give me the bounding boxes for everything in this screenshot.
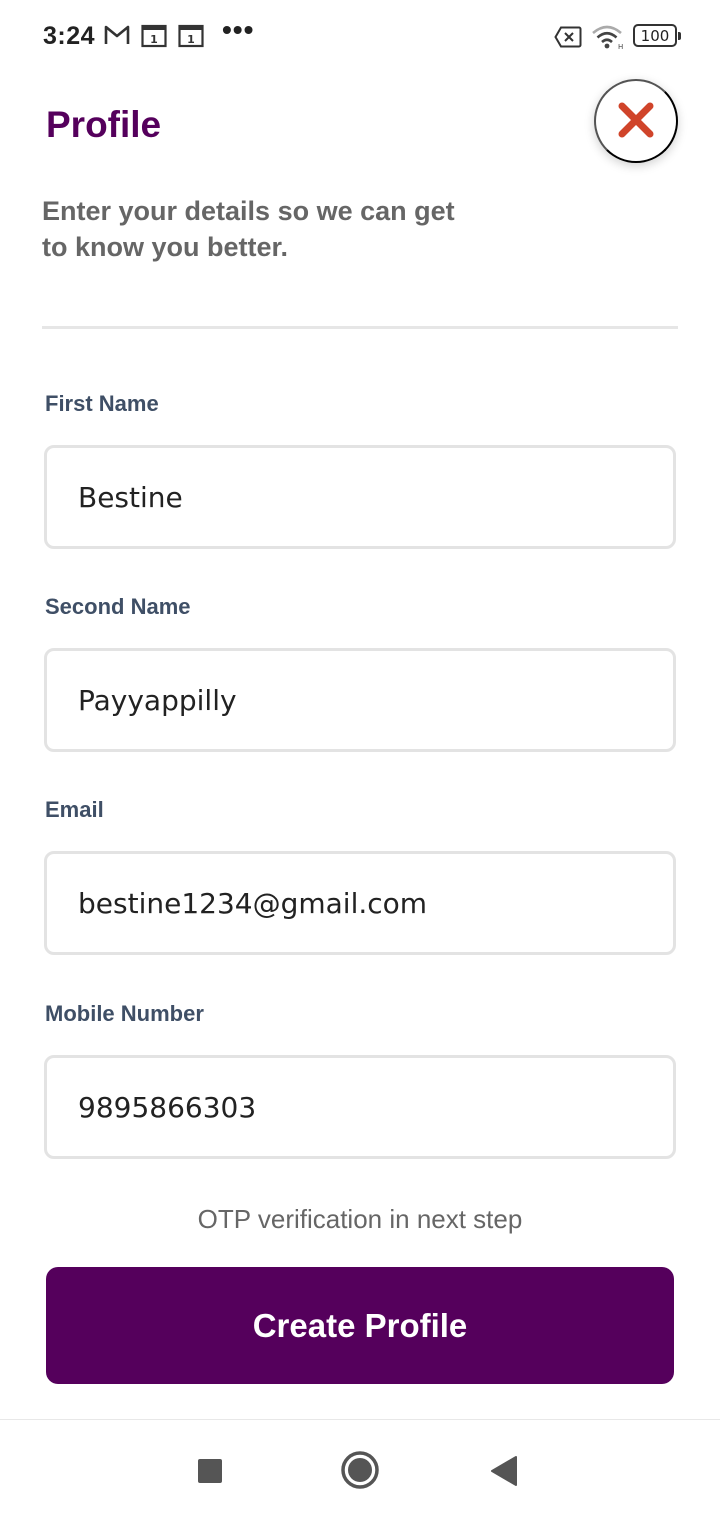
home-icon[interactable] — [340, 1450, 380, 1495]
svg-text:1: 1 — [187, 33, 195, 46]
status-time: 3:24 — [43, 22, 96, 50]
system-nav-bar — [0, 1419, 720, 1520]
close-icon — [617, 101, 655, 142]
recent-apps-icon[interactable] — [197, 1458, 223, 1489]
mobile-number-label: Mobile Number — [45, 1001, 204, 1026]
otp-note: OTP verification in next step — [197, 1204, 523, 1234]
email-input[interactable] — [78, 886, 673, 920]
first-name-label: First Name — [45, 391, 159, 416]
mobile-number-input[interactable] — [78, 1090, 673, 1124]
mobile-number-field-container — [44, 1055, 676, 1159]
back-icon[interactable] — [490, 1455, 518, 1492]
intro-text: Enter your details so we can get to know… — [42, 196, 455, 262]
more-notifications-icon: ••• — [222, 14, 255, 45]
gmail-icon — [104, 24, 130, 51]
svg-text:1: 1 — [150, 33, 158, 46]
calendar-icon: 1 — [141, 24, 167, 53]
close-button[interactable] — [594, 79, 678, 163]
divider — [42, 326, 678, 329]
calendar-icon: 1 — [178, 24, 204, 53]
svg-text:H: H — [618, 43, 623, 50]
sim-off-icon — [554, 26, 582, 53]
second-name-field-container — [44, 648, 676, 752]
first-name-field-container — [44, 445, 676, 549]
status-bar: 3:24 1 1 ••• H 100 — [0, 0, 720, 72]
email-field-container — [44, 851, 676, 955]
battery-icon: 100 — [633, 24, 681, 47]
first-name-input[interactable] — [78, 480, 673, 514]
second-name-label: Second Name — [45, 594, 191, 619]
page-title: Profile — [46, 104, 162, 145]
second-name-input[interactable] — [78, 683, 673, 717]
email-label: Email — [45, 797, 104, 822]
create-profile-button[interactable]: Create Profile — [46, 1267, 674, 1384]
wifi-icon: H — [591, 24, 625, 55]
